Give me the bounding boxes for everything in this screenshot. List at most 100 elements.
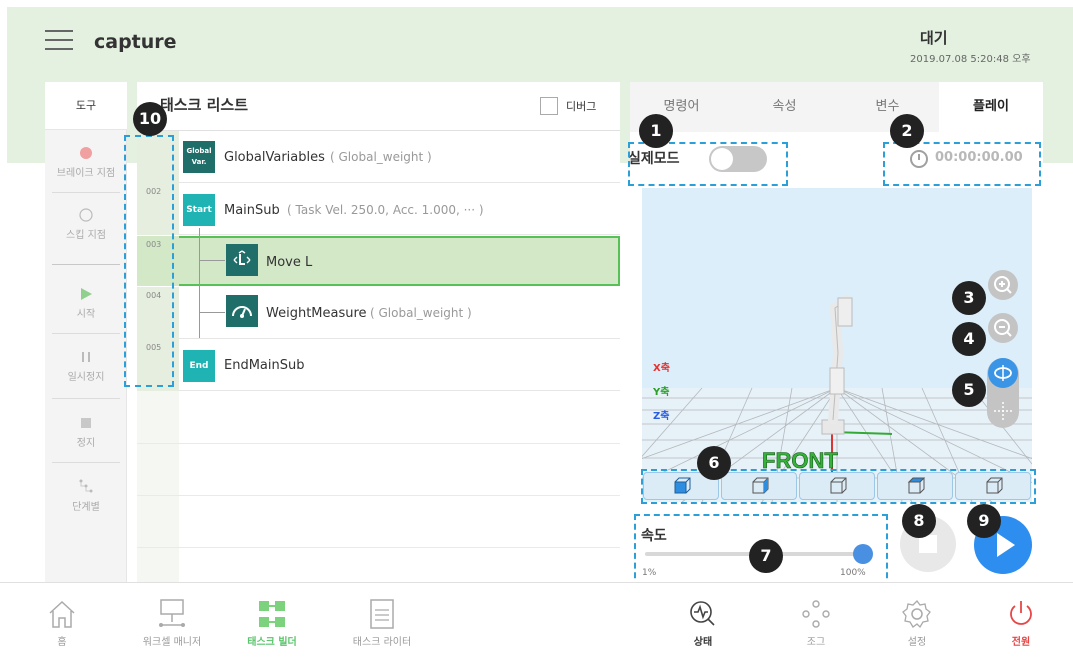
step-icon (79, 479, 93, 493)
hamburger-menu-icon[interactable] (45, 30, 73, 52)
tool-play[interactable]: 시작 (45, 287, 127, 320)
tree-connector (199, 228, 200, 338)
task-row-selected[interactable] (137, 236, 620, 286)
tool-stop[interactable]: 정지 (45, 416, 127, 449)
line-number-gutter (137, 391, 179, 582)
task-row-params: ( Global_weight ) (370, 306, 472, 320)
tool-divider (52, 264, 120, 265)
nav-task-builder-label: 태스크 빌더 (247, 637, 297, 648)
stop-icon (81, 418, 91, 428)
global-var-badge: Global Var. (183, 141, 215, 173)
task-row-name: Move L (266, 255, 313, 270)
tool-divider (52, 333, 120, 334)
callout-2: 2 (890, 114, 924, 148)
callout-7: 7 (749, 539, 783, 573)
rotate-mode-button[interactable] (988, 358, 1018, 388)
y-axis-label: Y축 (653, 387, 670, 398)
move-l-icon (226, 244, 258, 276)
nav-jog[interactable]: 조그 (771, 598, 861, 648)
callout-1: 1 (639, 114, 673, 148)
task-row-name: EndMainSub (224, 358, 305, 373)
power-icon (1010, 601, 1032, 625)
tool-skip[interactable]: 스킵 지점 (45, 208, 127, 241)
nav-workcell-label: 워크셀 매니저 (142, 637, 202, 648)
status-datetime: 2019.07.08 5:20:48 오후 (910, 54, 1031, 65)
zoom-out-icon (994, 319, 1012, 337)
tab-properties[interactable]: 속성 (733, 82, 836, 132)
tool-breakpoint[interactable]: 브레이크 지점 (45, 146, 127, 179)
tree-connector (199, 312, 225, 313)
callout-10: 10 (133, 102, 167, 136)
nav-jog-label: 조그 (806, 637, 826, 648)
task-row-name: MainSub (224, 203, 280, 218)
tool-step-label: 단계별 (72, 502, 100, 513)
nav-status[interactable]: 상태 (658, 598, 748, 648)
nav-power-label: 전원 (1011, 637, 1031, 648)
tab-variables[interactable]: 변수 (836, 82, 939, 132)
tree-connector (199, 260, 225, 261)
jog-icon (802, 600, 830, 628)
task-row-name: GlobalVariables (224, 150, 325, 165)
tool-divider (52, 462, 120, 463)
play-icon (81, 288, 92, 300)
nav-home[interactable]: 홈 (17, 598, 107, 648)
tool-pause[interactable]: 일시정지 (45, 350, 127, 383)
zoom-out-button[interactable] (988, 313, 1018, 343)
nav-power[interactable]: 전원 (976, 598, 1066, 648)
tool-panel-title: 도구 (45, 82, 127, 130)
callout-3: 3 (952, 281, 986, 315)
z-axis-label: Z축 (653, 411, 670, 422)
callout-6-highlight (641, 469, 1036, 504)
task-row-name: WeightMeasure (266, 306, 367, 321)
app-title: capture (94, 31, 177, 53)
tab-play[interactable]: 플레이 (939, 82, 1043, 132)
pan-mode-button[interactable] (988, 396, 1018, 426)
tool-play-label: 시작 (76, 309, 96, 320)
zoom-in-icon (994, 276, 1012, 294)
start-badge: Start (183, 194, 215, 226)
weight-measure-icon (226, 295, 258, 327)
breakpoint-icon (80, 147, 92, 159)
task-list-title: 태스크 리스트 (160, 96, 249, 114)
task-builder-icon (259, 601, 285, 627)
callout-8: 8 (902, 504, 936, 538)
tool-skip-label: 스킵 지점 (66, 230, 106, 241)
callout-9: 9 (967, 504, 1001, 538)
zoom-in-button[interactable] (988, 270, 1018, 300)
nav-settings-label: 설정 (907, 637, 927, 648)
tool-divider (52, 192, 120, 193)
row-divider (137, 547, 620, 548)
workcell-icon (159, 599, 185, 627)
nav-workcell-manager[interactable]: 워크셀 매니저 (127, 598, 217, 648)
nav-home-label: 홈 (57, 637, 67, 648)
callout-1-highlight (628, 142, 788, 186)
robot-status: 대기 (920, 29, 948, 47)
nav-task-writer[interactable]: 태스크 라이터 (337, 598, 427, 648)
row-divider (137, 443, 620, 444)
end-badge: End (183, 350, 215, 382)
debug-checkbox[interactable] (540, 97, 558, 115)
callout-5: 5 (952, 373, 986, 407)
task-writer-icon (370, 599, 394, 629)
tool-divider (52, 398, 120, 399)
pause-icon (82, 352, 90, 362)
row-divider (137, 495, 620, 496)
tool-breakpoint-label: 브레이크 지점 (56, 168, 116, 179)
task-row-params: ( Global_weight ) (330, 150, 432, 164)
x-axis-label: X축 (653, 363, 670, 374)
tool-pause-label: 일시정지 (67, 372, 105, 383)
callout-2-highlight (883, 142, 1041, 186)
nav-settings[interactable]: 설정 (872, 598, 962, 648)
callout-10-highlight (124, 135, 174, 387)
debug-label: 디버그 (566, 100, 597, 113)
nav-task-builder[interactable]: 태스크 빌더 (227, 598, 317, 648)
nav-task-writer-label: 태스크 라이터 (352, 637, 412, 648)
rotate-icon (994, 365, 1012, 381)
tool-step[interactable]: 단계별 (45, 478, 127, 513)
callout-6: 6 (697, 446, 731, 480)
home-icon (49, 600, 75, 628)
tool-stop-label: 정지 (76, 438, 96, 449)
move-icon (994, 402, 1012, 420)
callout-4: 4 (952, 322, 986, 356)
right-panel-tabs: 명령어 속성 변수 플레이 (630, 82, 1043, 132)
